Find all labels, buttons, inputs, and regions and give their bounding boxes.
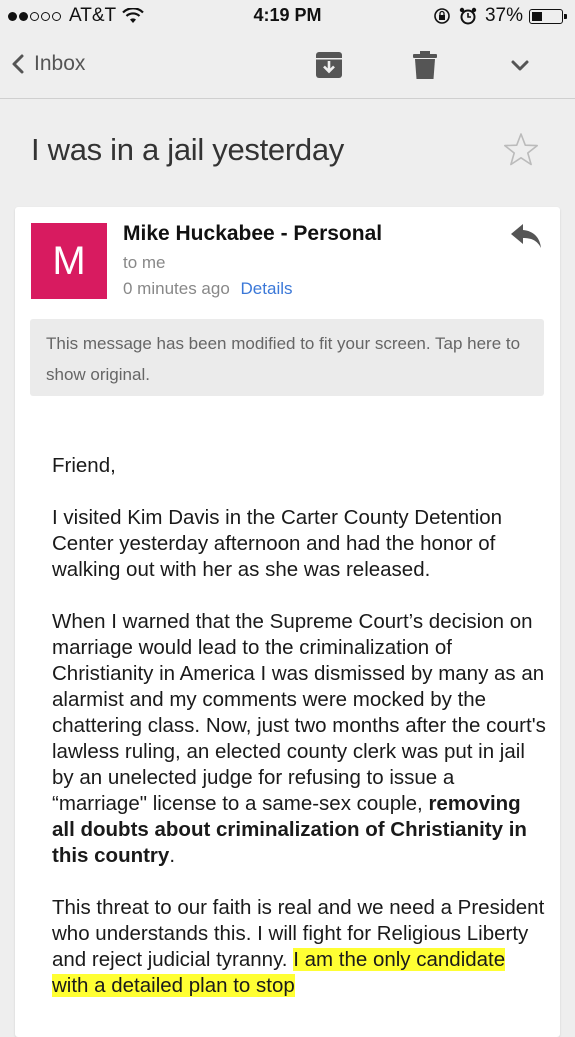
message-card: M Mike Huckabee - Personal to me 0 minut… (15, 207, 560, 1037)
alarm-icon (459, 7, 477, 25)
trash-icon[interactable] (410, 50, 440, 80)
email-subject: I was in a jail yesterday (31, 132, 344, 167)
body-greeting: Friend, (52, 454, 116, 477)
chevron-down-icon[interactable] (505, 50, 535, 80)
sender-name[interactable]: Mike Huckabee - Personal (123, 222, 382, 246)
status-right: 37% (433, 5, 567, 27)
message-time: 0 minutes ago (123, 279, 230, 298)
email-body: Friend, I visited Kim Davis in the Carte… (52, 453, 547, 1025)
back-label: Inbox (34, 52, 86, 75)
toolbar: Inbox (0, 34, 575, 99)
status-bar: AT&T 4:19 PM 37% (0, 0, 575, 34)
archive-icon[interactable] (314, 50, 344, 80)
chevron-left-icon (12, 54, 24, 74)
details-link[interactable]: Details (241, 279, 293, 298)
rotation-lock-icon (434, 8, 450, 24)
avatar-letter: M (52, 238, 86, 283)
time-row: 0 minutes ago Details (123, 279, 293, 299)
avatar[interactable]: M (31, 223, 107, 299)
battery-icon (529, 8, 567, 24)
star-icon[interactable] (502, 131, 540, 169)
recipient-line: to me (123, 253, 166, 272)
p2-text: When I warned that the Supreme Court’s d… (52, 610, 546, 815)
p2-end: . (169, 844, 176, 867)
reply-icon[interactable] (509, 221, 543, 251)
battery-fill (532, 11, 542, 21)
battery-percent: 37% (484, 5, 523, 26)
show-original-notice[interactable]: This message has been modified to fit yo… (30, 319, 544, 396)
back-to-inbox-button[interactable]: Inbox (10, 52, 85, 76)
body-paragraph-2: When I warned that the Supreme Court’s d… (52, 609, 547, 869)
body-paragraph-1: I visited Kim Davis in the Carter County… (52, 506, 503, 581)
body-paragraph-3: This threat to our faith is real and we … (52, 895, 547, 999)
